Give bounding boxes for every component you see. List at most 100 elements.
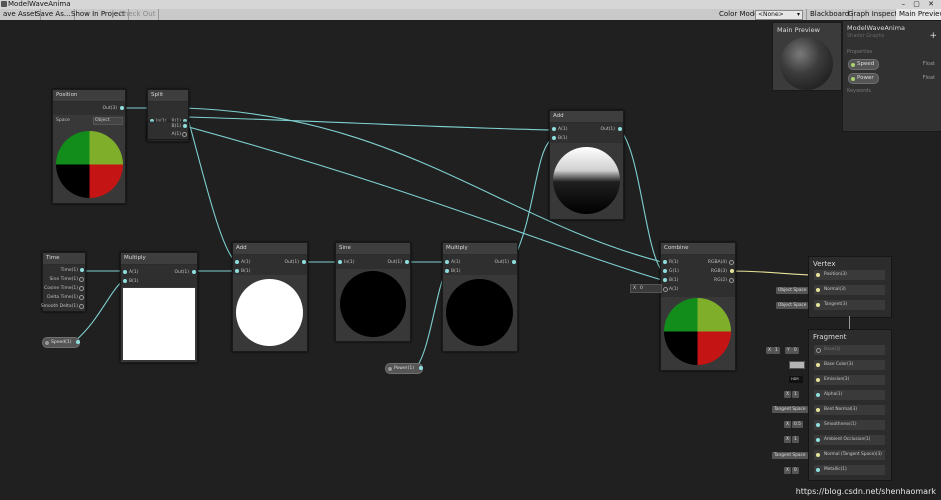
- add1-a-port[interactable]: [235, 260, 239, 264]
- position-out-port[interactable]: [120, 106, 124, 110]
- wire-add2-combine: [620, 130, 662, 271]
- speed-node-label: Speed(1): [51, 340, 71, 345]
- fragment-alpha-port[interactable]: [816, 393, 820, 397]
- main-preview-panel[interactable]: Main Preview: [772, 22, 842, 91]
- power-property-node[interactable]: Power(1): [385, 363, 423, 374]
- fragment-bent-normal-row[interactable]: Bent Normal(3): [814, 405, 885, 415]
- base-x-value[interactable]: 1: [773, 347, 780, 354]
- multiply2-out-port[interactable]: [512, 260, 516, 264]
- add2-out-port[interactable]: [618, 127, 622, 131]
- combine-a-value: 0: [640, 285, 643, 292]
- speed-property[interactable]: Speed: [848, 59, 879, 70]
- base-color-swatch[interactable]: [789, 361, 805, 369]
- vertex-stack: Vertex Position(3) Normal(3) Tangent(3): [808, 256, 892, 318]
- main-preview-sphere[interactable]: [780, 37, 833, 90]
- fragment-metallic-label: Metallic(1): [824, 467, 847, 472]
- combine-b-port[interactable]: [663, 278, 667, 282]
- add-property-button[interactable]: +: [929, 31, 937, 41]
- multiply-node-2[interactable]: Multiply A(1) B(1) Out(1): [442, 242, 518, 352]
- ao-value[interactable]: 1: [792, 436, 799, 443]
- main-preview-button[interactable]: Main Preview: [896, 9, 941, 20]
- fragment-ao-port[interactable]: [816, 438, 820, 442]
- fragment-metallic-row[interactable]: Metallic(1): [814, 465, 885, 475]
- time-node[interactable]: Time Time(1) Sine Time(1) Cosine Time(1)…: [42, 252, 86, 312]
- metallic-value[interactable]: 0: [792, 467, 799, 474]
- multiply2-a-port[interactable]: [445, 260, 449, 264]
- fragment-emission-port[interactable]: [816, 378, 820, 382]
- combine-r-port[interactable]: [663, 260, 667, 264]
- time-out-port[interactable]: [80, 268, 84, 272]
- combine-g-port[interactable]: [663, 269, 667, 273]
- fragment-base-color-port[interactable]: [816, 363, 820, 367]
- properties-section: Properties: [847, 49, 872, 55]
- combine-rgba-port[interactable]: [729, 260, 734, 265]
- vertex-tangent-port[interactable]: [816, 303, 820, 307]
- add2-b-port[interactable]: [552, 136, 556, 140]
- power-out-port[interactable]: [419, 366, 423, 370]
- multiply2-out-label: Out(1): [494, 260, 509, 265]
- smoothness-value[interactable]: 0.5: [792, 421, 803, 428]
- add2-a-port[interactable]: [552, 127, 556, 131]
- color-mode-dropdown[interactable]: <None>: [755, 10, 803, 20]
- fragment-emission-row[interactable]: Emission(3): [814, 375, 885, 385]
- fragment-metallic-port[interactable]: [816, 468, 820, 472]
- normal-space[interactable]: Tangent Space: [772, 452, 808, 459]
- vertex-normal-row[interactable]: Normal(3): [814, 285, 885, 295]
- speed-property-node[interactable]: Speed(1): [42, 337, 80, 348]
- fragment-base-color-row[interactable]: Base Color(3): [814, 360, 885, 370]
- sine-node[interactable]: Sine In(1) Out(1): [335, 242, 411, 342]
- add-node-1[interactable]: Add A(1) B(1) Out(1): [232, 242, 308, 352]
- alpha-value[interactable]: 1: [792, 391, 799, 398]
- check-out-button[interactable]: Check Out: [116, 9, 159, 20]
- add1-b-port[interactable]: [235, 269, 239, 273]
- speed-out-port[interactable]: [76, 340, 80, 344]
- combine-rg-port[interactable]: [729, 278, 734, 283]
- smooth-delta-port[interactable]: [79, 304, 84, 309]
- vertex-tangent-row[interactable]: Tangent(3): [814, 300, 885, 310]
- multiply1-b-port[interactable]: [123, 279, 127, 283]
- sine-time-port[interactable]: [79, 277, 84, 282]
- combine-a-port[interactable]: [663, 287, 668, 292]
- fragment-base-port[interactable]: [816, 348, 821, 353]
- time-out-label: Time(1): [61, 268, 78, 273]
- emission-hdr-swatch[interactable]: HDR: [789, 376, 803, 383]
- fragment-base-row[interactable]: Base(3): [814, 345, 885, 355]
- keywords-section: Keywords: [847, 88, 871, 94]
- main-preview-title: Main Preview: [773, 23, 841, 37]
- graph-canvas[interactable]: Position Out(3) Space Object Split In(1)…: [0, 20, 941, 500]
- multiply-node-1[interactable]: Multiply A(1) B(1) Out(1): [120, 252, 198, 363]
- bent-normal-space[interactable]: Tangent Space: [772, 406, 808, 413]
- fragment-normal-port[interactable]: [816, 453, 820, 457]
- sine-in-port[interactable]: [338, 260, 342, 264]
- fragment-alpha-row[interactable]: Alpha(1): [814, 390, 885, 400]
- fragment-bent-normal-port[interactable]: [816, 408, 820, 412]
- fragment-ao-row[interactable]: Ambient Occlusion(1): [814, 435, 885, 445]
- vertex-tangent-space[interactable]: Object Space: [776, 302, 808, 309]
- power-property[interactable]: Power: [848, 73, 879, 84]
- fragment-smoothness-row[interactable]: Smoothness(1): [814, 420, 885, 430]
- multiply1-out-port[interactable]: [192, 270, 196, 274]
- cosine-time-port[interactable]: [79, 286, 84, 291]
- add-node-2[interactable]: Add A(1) B(1) Out(1): [549, 110, 624, 220]
- sine-out-port[interactable]: [405, 260, 409, 264]
- multiply1-a-port[interactable]: [123, 270, 127, 274]
- fragment-smoothness-port[interactable]: [816, 423, 820, 427]
- space-dropdown[interactable]: Object: [93, 117, 123, 125]
- position-node[interactable]: Position Out(3) Space Object: [52, 89, 126, 204]
- add1-out-port[interactable]: [302, 260, 306, 264]
- window-controls[interactable]: – ▢ ✕: [902, 0, 937, 9]
- delta-time-port[interactable]: [79, 295, 84, 300]
- split-a-port[interactable]: [182, 132, 187, 137]
- base-y-value[interactable]: 0: [792, 347, 799, 354]
- combine-rgb-port[interactable]: [730, 269, 734, 273]
- vertex-position-port[interactable]: [816, 273, 820, 277]
- combine-a-default-field[interactable]: X 0: [630, 284, 662, 293]
- multiply2-b-port[interactable]: [445, 269, 449, 273]
- combine-node[interactable]: Combine R(1) G(1) B(1) A(1) RGBA(4) RGB(…: [660, 242, 736, 371]
- vertex-normal-port[interactable]: [816, 288, 820, 292]
- power-property-type: Float: [923, 75, 935, 81]
- vertex-position-row[interactable]: Position(3): [814, 270, 885, 280]
- vertex-normal-space[interactable]: Object Space: [776, 287, 808, 294]
- fragment-normal-row[interactable]: Normal (Tangent Space)(3): [814, 450, 885, 460]
- split-b-port[interactable]: [183, 124, 187, 128]
